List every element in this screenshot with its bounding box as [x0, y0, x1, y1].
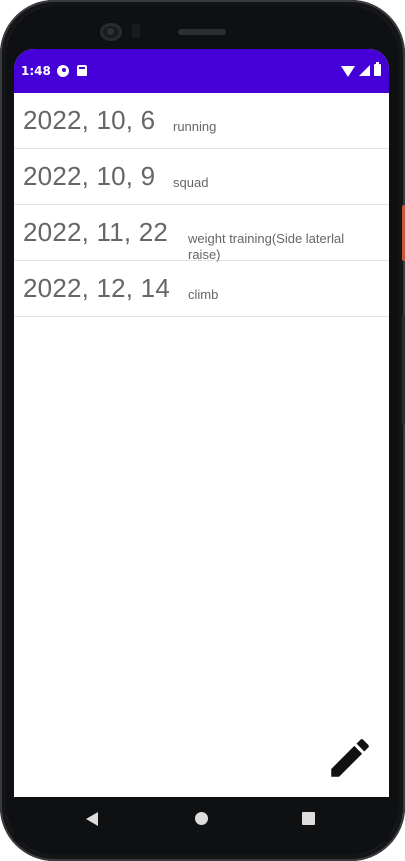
home-icon[interactable] — [195, 812, 208, 825]
status-time: 1:48 — [21, 64, 51, 78]
sd-card-icon — [77, 65, 87, 76]
list-item[interactable]: 2022, 10, 6 running — [14, 93, 389, 149]
entry-date: 2022, 11, 22 — [23, 217, 169, 247]
cast-icon — [57, 65, 69, 77]
list-item[interactable]: 2022, 11, 22 weight training(Side laterl… — [14, 205, 389, 262]
entry-activity: climb — [188, 287, 219, 302]
sensor — [132, 24, 140, 38]
back-icon[interactable] — [86, 812, 98, 826]
recent-apps-icon[interactable] — [302, 812, 315, 825]
earpiece-speaker — [178, 29, 226, 35]
list-item[interactable]: 2022, 12, 14 climb — [14, 261, 389, 317]
entry-date: 2022, 12, 14 — [23, 273, 170, 303]
list-item[interactable]: 2022, 10, 9 squad — [14, 149, 389, 205]
exercise-list: 2022, 10, 6 running 2022, 10, 9 squad 20… — [14, 93, 389, 317]
wifi-icon — [341, 65, 355, 77]
entry-activity: squad — [173, 175, 209, 190]
pencil-icon — [331, 739, 369, 777]
entry-activity: weight training(Side laterlal raise) — [188, 231, 345, 262]
signal-icon — [359, 64, 370, 76]
entry-date: 2022, 10, 6 — [23, 105, 156, 135]
status-icons — [341, 62, 381, 77]
app-screen: 1:48 2022, 10, 6 running 2022, 10, 9 squ… — [14, 49, 389, 797]
entry-date: 2022, 10, 9 — [23, 161, 156, 191]
status-bar: 1:48 — [14, 49, 389, 93]
entry-activity: running — [173, 119, 217, 134]
navigation-bar — [14, 797, 389, 841]
front-camera — [100, 23, 122, 41]
battery-icon — [374, 62, 381, 76]
edit-button[interactable] — [325, 733, 375, 783]
